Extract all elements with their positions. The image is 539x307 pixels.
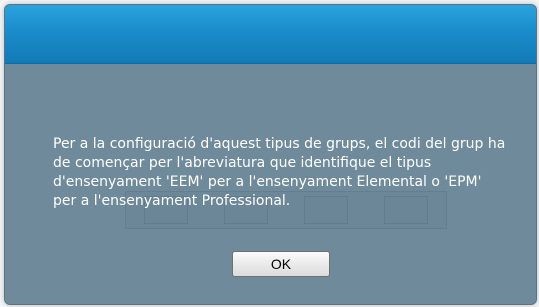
dialog-message: Per a la configuració d'aquest tipus de … bbox=[53, 136, 506, 209]
dialog-title-bar[interactable] bbox=[5, 5, 536, 64]
ok-button[interactable]: OK bbox=[232, 251, 330, 277]
message-dialog: Per a la configuració d'aquest tipus de … bbox=[4, 4, 537, 305]
